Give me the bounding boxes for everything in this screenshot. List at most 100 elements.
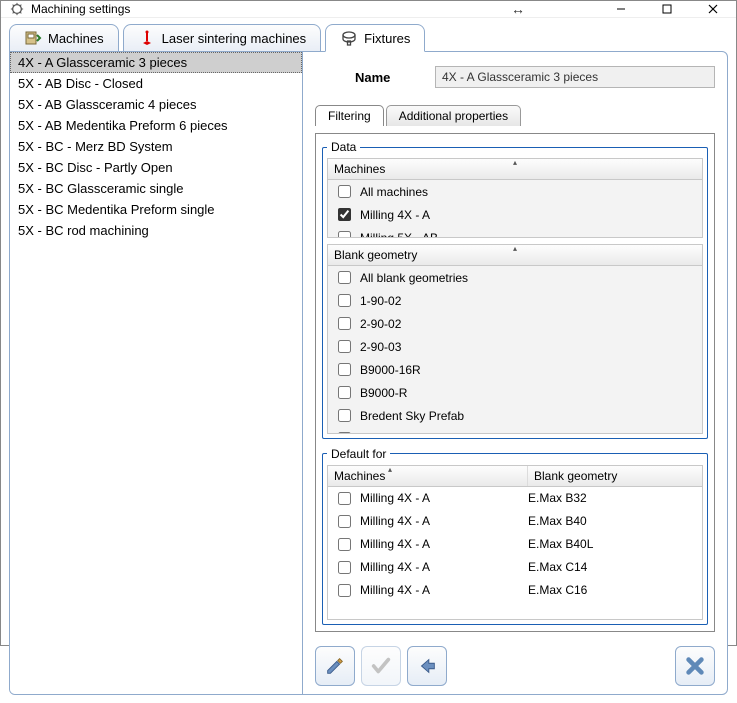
item-label: Milling 5X - AB: [360, 231, 438, 239]
checkbox[interactable]: [338, 584, 351, 597]
machines-header[interactable]: Machines ▴: [327, 158, 703, 180]
fixture-list[interactable]: 4X - A Glassceramic 3 pieces5X - AB Disc…: [10, 52, 303, 694]
list-item[interactable]: 5X - AB Glassceramic 4 pieces: [10, 94, 302, 115]
machine-icon: [24, 29, 42, 47]
cell-machine: Milling 4X - A: [360, 583, 430, 597]
table-row[interactable]: Milling 4X - AE.Max B40L: [328, 533, 702, 556]
titlebar: Machining settings ↔: [1, 1, 736, 18]
machines-checklist[interactable]: All machines Milling 4X - A Milling 5X - A…: [327, 180, 703, 238]
item-label: B9000-16R: [360, 363, 421, 377]
cell-blank: E.Max B40L: [528, 537, 696, 551]
list-item[interactable]: Bredent Sky Prefab: [328, 404, 702, 427]
table-row[interactable]: Milling 4X - A E.Max C14: [328, 556, 702, 579]
tab-filtering[interactable]: Filtering: [315, 105, 384, 126]
list-item[interactable]: All machines: [328, 180, 702, 203]
default-header[interactable]: Machines ▴ Blank geometry: [327, 465, 703, 487]
tab-label: Fixtures: [364, 31, 410, 46]
edit-button[interactable]: [315, 646, 355, 686]
cell-blank: E.Max C16: [528, 583, 696, 597]
checkbox[interactable]: [338, 231, 351, 238]
checkbox[interactable]: [338, 538, 351, 551]
name-row: Name: [355, 66, 715, 88]
list-item[interactable]: Milling 5X - AB: [328, 226, 702, 238]
table-row[interactable]: Milling 4X - AE.Max B32: [328, 487, 702, 510]
group-legend: Default for: [327, 447, 390, 461]
list-item[interactable]: BS9000-16R3.25: [328, 427, 702, 434]
checkbox[interactable]: [338, 317, 351, 330]
list-item[interactable]: B9000-16R: [328, 358, 702, 381]
checkbox[interactable]: [338, 409, 351, 422]
tab-laser[interactable]: Laser sintering machines: [123, 24, 322, 52]
blank-header[interactable]: Blank geometry ▴: [327, 244, 703, 266]
list-item[interactable]: Milling 4X - A: [328, 203, 702, 226]
blank-checklist[interactable]: All blank geometries 1-90-02 2-90-02 2-90-0…: [327, 266, 703, 434]
default-list[interactable]: Milling 4X - AE.Max B32Milling 4X - AE.M…: [327, 487, 703, 620]
button-bar: [315, 640, 715, 686]
table-row[interactable]: Milling 4X - A E.Max B40: [328, 510, 702, 533]
checkbox[interactable]: [338, 386, 351, 399]
list-item[interactable]: 5X - AB Medentika Preform 6 pieces: [10, 115, 302, 136]
back-button[interactable]: [407, 646, 447, 686]
cell-machine: Milling 4X - A: [360, 514, 430, 528]
app-icon: [9, 1, 25, 17]
checkbox[interactable]: [338, 185, 351, 198]
close-panel-button[interactable]: [675, 646, 715, 686]
drag-icon: ↔: [498, 1, 538, 17]
tab-additional[interactable]: Additional properties: [386, 105, 521, 126]
checkbox[interactable]: [338, 432, 351, 434]
tab-fixtures[interactable]: Fixtures: [325, 24, 425, 52]
list-item[interactable]: 5X - BC Medentika Preform single: [10, 199, 302, 220]
data-group: Data Machines ▴ All machinesMilling 4X -…: [322, 140, 708, 439]
tab-label: Machines: [48, 31, 104, 46]
item-label: B9000-R: [360, 386, 407, 400]
list-item[interactable]: All blank geometries: [328, 266, 702, 289]
list-item[interactable]: 5X - BC Glassceramic single: [10, 178, 302, 199]
checkbox[interactable]: [338, 294, 351, 307]
minimize-button[interactable]: [598, 1, 644, 17]
list-item[interactable]: B9000-R: [328, 381, 702, 404]
client-area: Machines Laser sintering machines Fixtur…: [1, 18, 736, 703]
window-buttons: [598, 1, 736, 17]
table-row[interactable]: Milling 4X - A E.Max C16: [328, 579, 702, 602]
name-field[interactable]: [435, 66, 715, 88]
col-blank[interactable]: Blank geometry: [528, 466, 623, 486]
cell-machine: Milling 4X - A: [360, 491, 430, 505]
checkbox[interactable]: [338, 340, 351, 353]
checkbox[interactable]: [338, 492, 351, 505]
header-label: Machines: [334, 162, 385, 176]
inner-tabs: Filtering Additional properties: [315, 102, 715, 126]
list-item[interactable]: 4X - A Glassceramic 3 pieces: [10, 52, 302, 73]
item-label: Milling 4X - A: [360, 208, 430, 222]
fixture-icon: [340, 29, 358, 47]
item-label: 2-90-03: [360, 340, 401, 354]
tab-machines[interactable]: Machines: [9, 24, 119, 52]
checkbox[interactable]: [338, 363, 351, 376]
list-item[interactable]: 5X - BC - Merz BD System: [10, 136, 302, 157]
cell-blank: E.Max C14: [528, 560, 696, 574]
sort-indicator-icon: ▴: [513, 244, 517, 253]
header-label: Blank geometry: [334, 248, 417, 262]
list-item[interactable]: 5X - AB Disc - Closed: [10, 73, 302, 94]
sort-indicator-icon: ▴: [513, 158, 517, 167]
col-machines[interactable]: Machines ▴: [328, 466, 528, 486]
list-item[interactable]: 2-90-02: [328, 312, 702, 335]
checkbox[interactable]: [338, 515, 351, 528]
list-item[interactable]: 2-90-03: [328, 335, 702, 358]
list-item[interactable]: 1-90-02: [328, 289, 702, 312]
checkbox[interactable]: [338, 271, 351, 284]
list-item[interactable]: 5X - BC Disc - Partly Open: [10, 157, 302, 178]
maximize-button[interactable]: [644, 1, 690, 17]
cell-blank: E.Max B40: [528, 514, 696, 528]
item-label: 1-90-02: [360, 294, 401, 308]
item-label: All machines: [360, 185, 428, 199]
checkbox[interactable]: [338, 208, 351, 221]
confirm-button[interactable]: [361, 646, 401, 686]
list-item[interactable]: 5X - BC rod machining: [10, 220, 302, 241]
cell-machine: Milling 4X - A: [360, 560, 430, 574]
sort-indicator-icon: ▴: [388, 465, 392, 474]
close-button[interactable]: [690, 1, 736, 17]
filtering-panel: Data Machines ▴ All machinesMilling 4X -…: [315, 133, 715, 632]
checkbox[interactable]: [338, 561, 351, 574]
laser-icon: [138, 29, 156, 47]
top-tabs: Machines Laser sintering machines Fixtur…: [9, 22, 728, 52]
